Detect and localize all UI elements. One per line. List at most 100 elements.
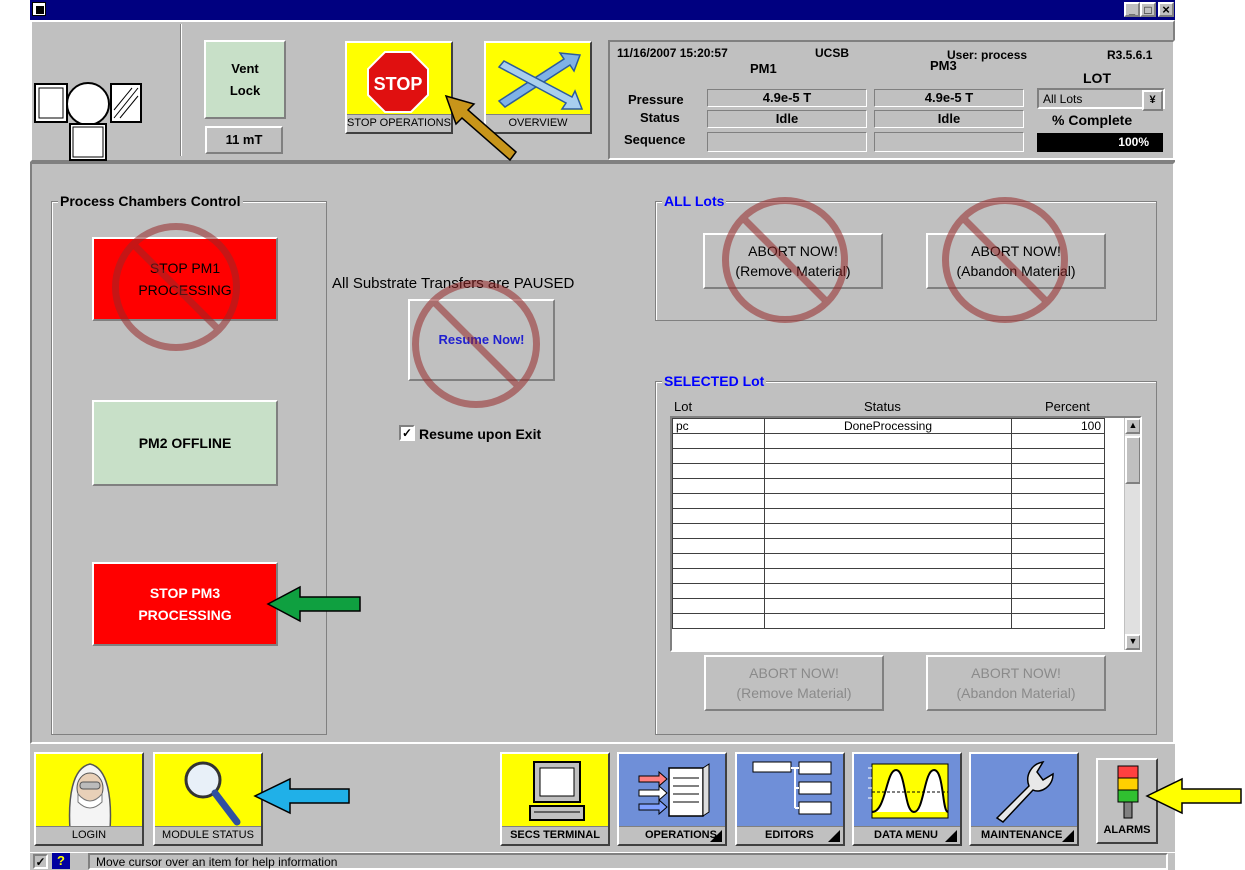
pm1-pressure: 4.9e-5 T xyxy=(707,89,867,107)
lots-table-grid: pc DoneProcessing 100 xyxy=(672,418,1105,629)
crossed-arrows-icon xyxy=(497,52,584,110)
lock-label: Lock xyxy=(229,82,261,98)
tool-schematic-icon[interactable] xyxy=(32,60,162,165)
login-button[interactable]: LOGIN xyxy=(34,752,144,846)
lots-col-percent: Percent xyxy=(1045,399,1090,414)
alarms-button[interactable]: ALARMS xyxy=(1096,758,1158,844)
pm3-status: Idle xyxy=(874,110,1024,128)
waveform-chart-icon xyxy=(868,763,949,819)
all-lots-title: ALL Lots xyxy=(662,193,727,209)
table-row[interactable]: pc DoneProcessing 100 xyxy=(672,418,1105,434)
percent-cell: 100 xyxy=(1011,418,1105,434)
stop-pm3-button[interactable]: STOP PM3 PROCESSING xyxy=(92,562,278,646)
status-row-label: Status xyxy=(640,110,680,125)
stop-pm3-line2: PROCESSING xyxy=(138,607,232,623)
cleanroom-suit-icon xyxy=(68,763,112,830)
table-row[interactable] xyxy=(672,493,1105,509)
selected-abort-remove-button[interactable]: ABORT NOW! (Remove Material) xyxy=(704,655,884,711)
pm1-status: Idle xyxy=(707,110,867,128)
selected-abort-abandon-line2: (Abandon Material) xyxy=(956,685,1076,701)
resume-upon-exit-label: Resume upon Exit xyxy=(419,426,542,442)
lots-col-status: Status xyxy=(864,399,901,414)
statusbar-checkbox[interactable]: ✓ xyxy=(33,854,48,869)
dropdown-triangle-icon xyxy=(945,830,957,842)
lots-table[interactable]: pc DoneProcessing 100 ▲ ▼ xyxy=(670,416,1142,652)
lots-col-lot: Lot xyxy=(674,399,693,414)
scroll-down-icon[interactable]: ▼ xyxy=(1125,634,1140,650)
table-row[interactable] xyxy=(672,598,1105,614)
minimize-button[interactable]: _ xyxy=(1124,2,1140,17)
lot-col-header: LOT xyxy=(1083,70,1111,86)
disabled-sign-icon xyxy=(112,223,240,351)
resume-upon-exit-checkbox[interactable]: ✓ xyxy=(399,425,415,441)
sequence-row-label: Sequence xyxy=(624,132,686,147)
vent-label: Vent xyxy=(231,60,259,76)
secs-terminal-caption: SECS TERMINAL xyxy=(502,826,608,844)
help-text-field: Move cursor over an item for help inform… xyxy=(88,853,1168,870)
pm1-col-header: PM1 xyxy=(750,61,777,76)
signal-tower-icon xyxy=(1117,765,1139,819)
user-name: User: process xyxy=(947,48,1028,62)
magnifying-glass-icon xyxy=(184,761,241,826)
app-icon[interactable] xyxy=(32,2,46,16)
pm3-pressure: 4.9e-5 T xyxy=(874,89,1024,107)
disabled-sign-icon xyxy=(412,280,540,408)
module-status-button[interactable]: MODULE STATUS xyxy=(153,752,263,846)
stop-pm3-line1: STOP PM3 xyxy=(149,585,221,601)
table-row[interactable] xyxy=(672,508,1105,524)
table-row[interactable] xyxy=(672,583,1105,599)
help-icon[interactable]: ? xyxy=(52,853,70,869)
secs-terminal-button[interactable]: SECS TERMINAL xyxy=(500,752,610,846)
wrench-icon xyxy=(995,760,1054,823)
table-row[interactable] xyxy=(672,553,1105,569)
table-row[interactable] xyxy=(672,523,1105,539)
table-row[interactable] xyxy=(672,433,1105,449)
date-time: 11/16/2007 15:20:57 xyxy=(617,46,728,60)
selected-abort-remove-line1: ABORT NOW! xyxy=(749,665,839,681)
header-divider xyxy=(180,24,182,156)
lot-select[interactable]: All Lots ¥ xyxy=(1037,88,1165,111)
table-row[interactable] xyxy=(672,613,1105,629)
maximize-button[interactable]: □ xyxy=(1140,2,1156,17)
editors-button[interactable]: EDITORS xyxy=(735,752,845,846)
table-row[interactable] xyxy=(672,448,1105,464)
selected-abort-abandon-button[interactable]: ABORT NOW! (Abandon Material) xyxy=(926,655,1106,711)
disabled-sign-icon xyxy=(942,197,1068,323)
stop-sign-icon: STOP xyxy=(367,51,429,113)
lot-select-arrow-icon[interactable]: ¥ xyxy=(1142,90,1163,111)
process-chambers-title: Process Chambers Control xyxy=(58,193,243,209)
lots-scrollbar[interactable]: ▲ ▼ xyxy=(1124,418,1140,650)
vent-lock-button[interactable]: Vent Lock xyxy=(204,40,286,119)
overview-caption: OVERVIEW xyxy=(486,114,590,132)
scroll-up-icon[interactable]: ▲ xyxy=(1125,418,1140,434)
status-cell: DoneProcessing xyxy=(764,418,1012,434)
maintenance-button[interactable]: MAINTENANCE xyxy=(969,752,1079,846)
loadlock-pressure: 11 mT xyxy=(205,126,283,154)
overview-button[interactable]: OVERVIEW xyxy=(484,41,592,134)
table-row[interactable] xyxy=(672,478,1105,494)
table-row[interactable] xyxy=(672,538,1105,554)
pm3-sequence xyxy=(874,132,1024,152)
pm3-col-header: PM3 xyxy=(930,58,957,73)
operations-button[interactable]: OPERATIONS xyxy=(617,752,727,846)
data-menu-button[interactable]: DATA MENU xyxy=(852,752,962,846)
computer-terminal-icon xyxy=(529,761,585,821)
table-row[interactable] xyxy=(672,568,1105,584)
module-status-caption: MODULE STATUS xyxy=(155,826,261,844)
alarms-caption: ALARMS xyxy=(1103,824,1151,836)
selected-lot-title: SELECTED Lot xyxy=(662,373,767,389)
close-button[interactable]: × xyxy=(1158,2,1174,17)
login-caption: LOGIN xyxy=(36,826,142,844)
software-version: R3.5.6.1 xyxy=(1107,48,1153,62)
selected-abort-abandon-line1: ABORT NOW! xyxy=(971,665,1061,681)
percent-complete-label: % Complete xyxy=(1052,112,1133,128)
pressure-row-label: Pressure xyxy=(628,92,684,107)
stop-operations-caption: STOP OPERATIONS xyxy=(347,114,451,132)
tree-diagram-icon xyxy=(752,761,832,815)
dropdown-triangle-icon xyxy=(1062,830,1074,842)
table-row[interactable] xyxy=(672,463,1105,479)
stop-operations-button[interactable]: STOP STOP OPERATIONS xyxy=(345,41,453,134)
title-bar: _ □ × xyxy=(30,0,1175,20)
scroll-thumb[interactable] xyxy=(1125,436,1140,484)
pm2-offline-button[interactable]: PM2 OFFLINE xyxy=(92,400,278,486)
